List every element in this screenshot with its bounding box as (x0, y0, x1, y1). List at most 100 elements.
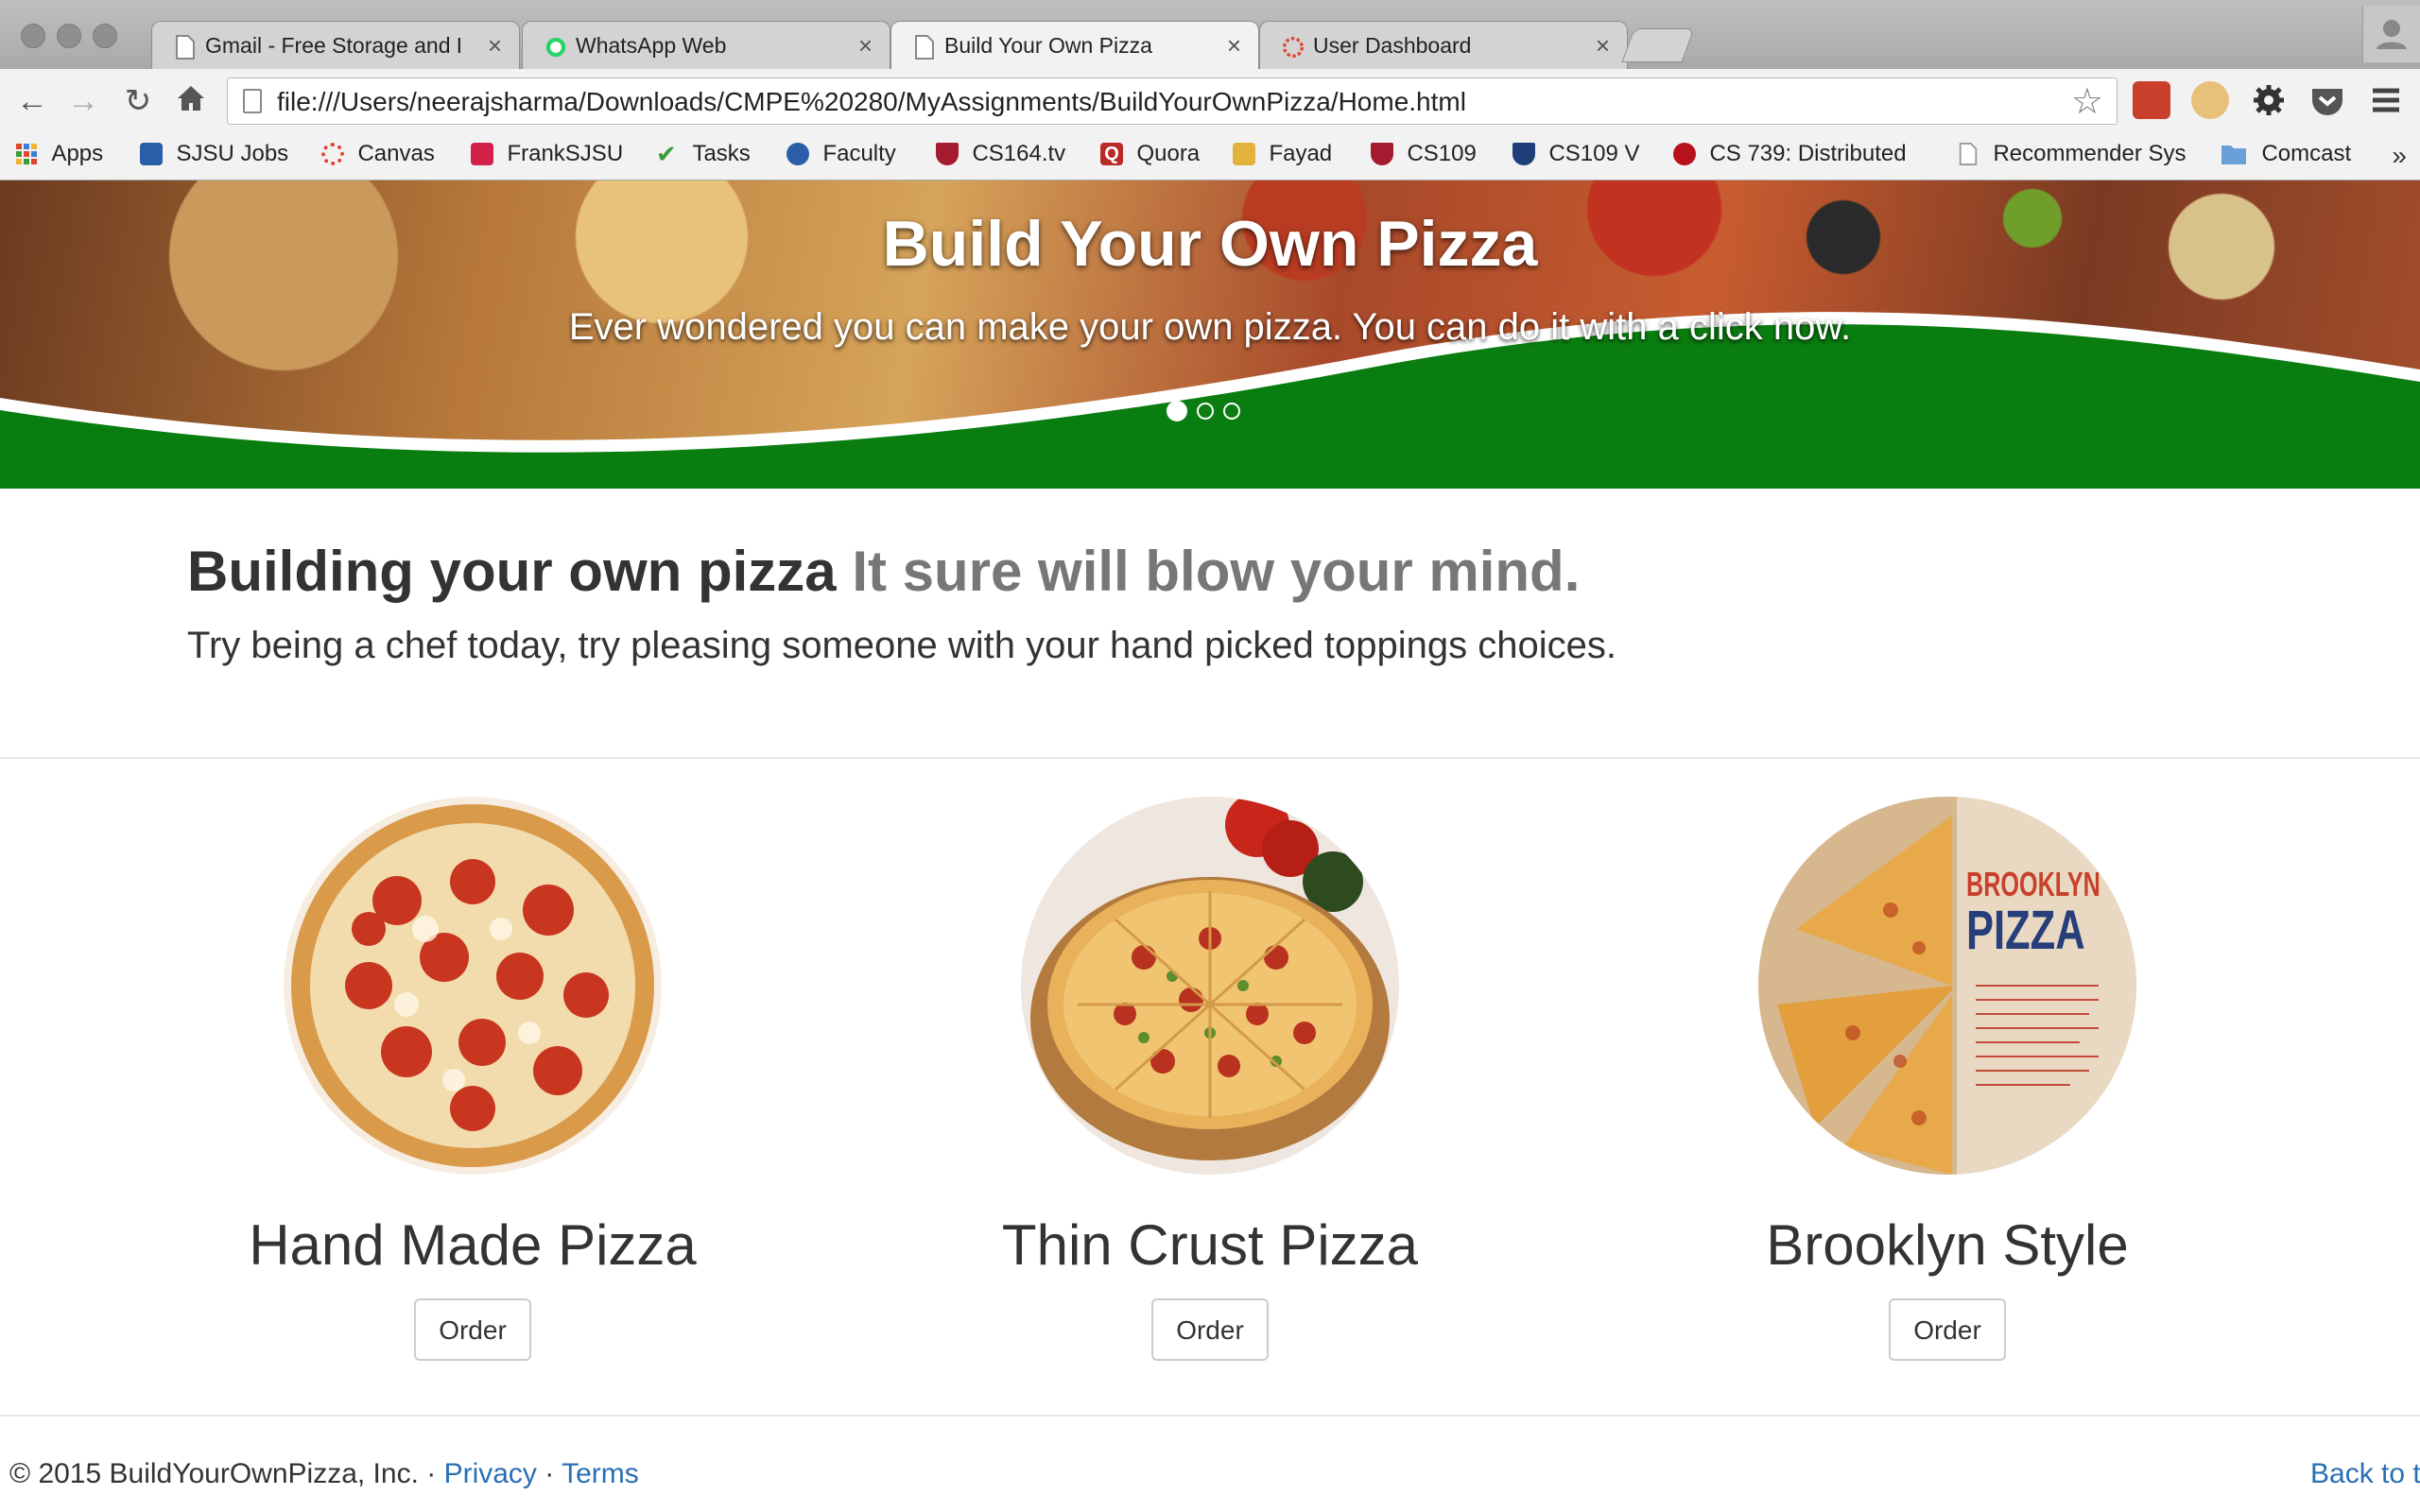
browser-toolbar: ← → ↻ file:///Users/neerajsharma/Downloa… (0, 69, 2420, 133)
wisconsin-icon (1673, 143, 1696, 165)
bookmark-faculty[interactable]: Faculty (786, 141, 896, 173)
carousel-indicator-2[interactable] (1197, 403, 1214, 420)
sjsu-jobs-icon (140, 143, 163, 165)
pizza-card-brooklyn-style: BROOKLYN PIZZA Brooklyn Style Order (1664, 797, 2231, 1361)
bookmark-cs109-v[interactable]: CS109 V (1512, 141, 1640, 173)
checkmark-icon: ✔ (656, 140, 677, 168)
home-button[interactable] (172, 82, 210, 120)
apps-grid-icon (16, 144, 37, 164)
tab-title: Build Your Own Pizza (944, 33, 1152, 58)
minimize-window-button[interactable] (57, 24, 81, 48)
intro-section: Building your own pizza It sure will blo… (187, 539, 2267, 667)
menu-icon[interactable] (2367, 81, 2405, 119)
carousel-indicator-1[interactable] (1167, 401, 1187, 421)
bookmark-cs109[interactable]: CS109 (1371, 141, 1477, 173)
bookmark-apps[interactable]: Apps (15, 141, 103, 173)
intro-heading: Building your own pizza It sure will blo… (187, 539, 2267, 604)
reload-button[interactable]: ↻ (119, 82, 157, 120)
settings-gear-icon[interactable] (2250, 81, 2288, 119)
hand-made-pizza-image (284, 797, 662, 1175)
hero-carousel: Build Your Own Pizza Ever wondered you c… (0, 180, 2420, 489)
pizza-name: Thin Crust Pizza (1001, 1213, 1419, 1277)
tab-whatsapp[interactable]: WhatsApp Web × (522, 21, 890, 69)
page-icon (243, 89, 262, 113)
bookmark-franksjsu[interactable]: FrankSJSU (471, 141, 623, 173)
close-window-button[interactable] (21, 24, 45, 48)
shield-icon (1512, 143, 1535, 165)
harvard-shield-icon (1371, 143, 1393, 165)
pocket-icon[interactable] (2308, 81, 2346, 119)
bookmark-tasks[interactable]: ✔ Tasks (656, 141, 751, 173)
hero-subtitle: Ever wondered you can make your own pizz… (568, 306, 1852, 348)
forward-button[interactable]: → (64, 82, 102, 120)
url-text: file:///Users/neerajsharma/Downloads/CMP… (277, 87, 1466, 116)
bookmark-cs-739-distributed[interactable]: CS 739: Distributed (1673, 141, 1919, 173)
order-thin-crust-button[interactable]: Order (1151, 1298, 1269, 1361)
new-tab-button[interactable] (1621, 28, 1695, 62)
terms-link[interactable]: Terms (562, 1458, 639, 1489)
carousel-indicator-3[interactable] (1223, 403, 1240, 420)
tab-close-button[interactable]: × (858, 31, 873, 60)
section-divider (0, 757, 2420, 759)
tab-close-button[interactable]: × (488, 31, 502, 60)
canvas-icon (321, 143, 344, 165)
bookmark-cs164-tv[interactable]: CS164.tv (936, 141, 1065, 173)
profile-button[interactable] (2362, 6, 2420, 62)
tab-title: WhatsApp Web (576, 33, 727, 58)
bookmark-fayad[interactable]: Fayad (1233, 141, 1332, 173)
document-icon (176, 35, 195, 60)
tab-gmail[interactable]: Gmail - Free Storage and E × (151, 21, 520, 69)
privacy-link[interactable]: Privacy (444, 1458, 537, 1489)
footer-separator: · (544, 1458, 555, 1489)
bookmarks-bar: Apps SJSU Jobs Canvas FrankSJSU ✔ Tasks … (0, 133, 2420, 180)
carousel-indicators (1167, 401, 1250, 424)
brooklyn-style-pizza-image: BROOKLYN PIZZA (1758, 797, 2136, 1175)
pizza-box-label: PIZZA (1966, 900, 2085, 961)
thin-crust-pizza-image (1021, 797, 1399, 1175)
arrow-right-icon: → (67, 83, 99, 119)
copyright-text: © 2015 BuildYourOwnPizza, Inc. · (9, 1458, 437, 1489)
intro-lead: Try being a chef today, try pleasing som… (187, 625, 1616, 666)
bookmark-recommender-sys[interactable]: Recommender Sys (1957, 141, 2187, 173)
footer-divider (0, 1415, 2420, 1417)
quora-icon: Q (1100, 143, 1123, 165)
bookmark-star-icon[interactable]: ☆ (2071, 80, 2103, 123)
pizza-card-thin-crust: Thin Crust Pizza Order (926, 797, 1494, 1361)
faculty-icon (786, 143, 809, 165)
back-to-top-link[interactable]: Back to t (2310, 1458, 2420, 1490)
address-bar[interactable]: file:///Users/neerajsharma/Downloads/CMP… (227, 77, 2118, 125)
intro-heading-muted: It sure will blow your mind. (852, 540, 1581, 603)
tab-user-dashboard[interactable]: User Dashboard × (1259, 21, 1628, 69)
franksjsu-icon (471, 143, 493, 165)
pizza-card-hand-made: Hand Made Pizza Order (189, 797, 756, 1361)
tab-close-button[interactable]: × (1596, 31, 1610, 60)
cookie-extension-icon[interactable] (2191, 81, 2229, 119)
fayad-icon (1233, 143, 1255, 165)
more-bookmarks-chevron-icon[interactable]: » (2392, 141, 2407, 171)
bookmark-canvas[interactable]: Canvas (321, 141, 435, 173)
bookmark-quora[interactable]: Q Quora (1100, 141, 1200, 173)
folder-icon (2221, 146, 2246, 164)
arrow-left-icon: ← (16, 83, 48, 119)
tab-title: User Dashboard (1313, 33, 1472, 58)
order-brooklyn-style-button[interactable]: Order (1889, 1298, 2006, 1361)
bookmark-sjsu-jobs[interactable]: SJSU Jobs (140, 141, 288, 173)
tab-build-your-own-pizza[interactable]: Build Your Own Pizza × (890, 21, 1259, 70)
sjsu-icon (1283, 37, 1304, 58)
pizza-name: Hand Made Pizza (249, 1213, 697, 1277)
intro-heading-main: Building your own pizza (187, 540, 837, 603)
tab-bar: Gmail - Free Storage and E × WhatsApp We… (0, 0, 2420, 70)
document-icon (915, 35, 934, 60)
document-icon (1959, 143, 1978, 165)
bookmark-comcast[interactable]: Comcast (2220, 141, 2351, 173)
tab-title: Gmail - Free Storage and E (205, 33, 460, 58)
zoom-window-button[interactable] (93, 24, 117, 48)
order-hand-made-button[interactable]: Order (414, 1298, 531, 1361)
tab-close-button[interactable]: × (1227, 31, 1241, 60)
pdf-extension-icon[interactable] (2133, 81, 2170, 119)
whatsapp-icon (545, 37, 566, 58)
hero-title: Build Your Own Pizza (882, 208, 1538, 280)
back-button[interactable]: ← (13, 82, 51, 120)
reload-icon: ↻ (124, 83, 152, 119)
footer: © 2015 BuildYourOwnPizza, Inc. · Privacy… (9, 1458, 639, 1490)
